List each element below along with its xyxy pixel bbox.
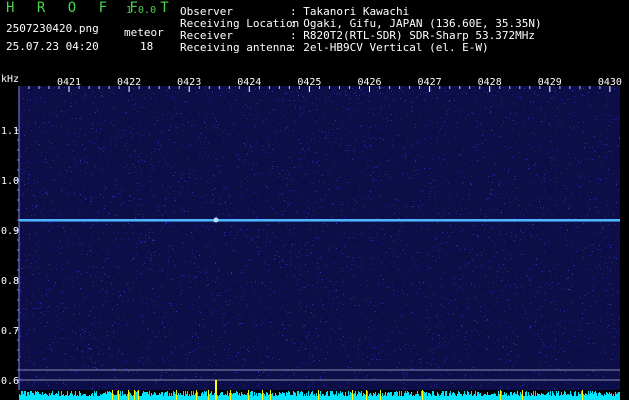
meteor-blip bbox=[213, 217, 219, 223]
freq-tick-label: 1.1 bbox=[1, 126, 19, 137]
freq-tick-label: 1.0 bbox=[1, 176, 19, 187]
meteor-mark bbox=[230, 390, 231, 400]
time-tick-label: 0422 bbox=[117, 77, 141, 88]
meteor-mark bbox=[366, 390, 367, 400]
meteor-mark bbox=[500, 390, 501, 400]
meteor-mark bbox=[208, 390, 209, 400]
meteor-mark bbox=[270, 390, 271, 400]
spectrogram-background bbox=[0, 72, 629, 400]
meteor-label: meteor bbox=[124, 26, 164, 39]
header-panel: H R O F F T 1.0.0 2507230420.png 25.07.2… bbox=[0, 0, 629, 72]
meteor-mark bbox=[352, 390, 353, 400]
antenna-value: : 2el-HB9CV Vertical (el. E-W) bbox=[290, 41, 489, 54]
time-tick-label: 0424 bbox=[237, 77, 261, 88]
freq-tick-label: 0.7 bbox=[1, 326, 19, 337]
meteor-mark bbox=[380, 390, 381, 400]
freq-tick-label: 0.6 bbox=[1, 376, 19, 387]
time-tick-label: 0426 bbox=[357, 77, 381, 88]
antenna-label: Receiving antenna bbox=[180, 41, 293, 54]
meteor-mark bbox=[262, 390, 263, 400]
meteor-mark bbox=[128, 390, 129, 400]
meteor-mark-strong bbox=[215, 380, 217, 400]
datetime: 25.07.23 04:20 bbox=[6, 40, 99, 53]
time-tick-label: 0429 bbox=[538, 77, 562, 88]
time-tick-label: 0423 bbox=[177, 77, 201, 88]
filename: 2507230420.png bbox=[6, 22, 99, 35]
meteor-mark bbox=[176, 390, 177, 400]
app-version: 1.0.0 bbox=[126, 5, 157, 16]
meteor-mark bbox=[118, 390, 119, 400]
freq-tick-label: 0.9 bbox=[1, 226, 19, 237]
carrier-line bbox=[19, 219, 620, 221]
freq-unit-label: kHz bbox=[1, 74, 19, 85]
spectrum-field bbox=[19, 86, 620, 390]
time-tick-label: 0430 bbox=[598, 77, 622, 88]
time-tick-label: 0427 bbox=[418, 77, 442, 88]
time-tick-label: 0425 bbox=[297, 77, 321, 88]
meteor-mark bbox=[138, 390, 139, 400]
meteor-mark bbox=[134, 390, 135, 400]
meteor-count: 18 bbox=[140, 40, 154, 53]
time-tick-label: 0421 bbox=[57, 77, 81, 88]
meteor-mark bbox=[422, 390, 423, 400]
meteor-mark bbox=[318, 390, 319, 400]
meteor-mark bbox=[196, 390, 197, 400]
spectrogram-plot: kHz 1.1 1.0 0.9 0.8 0.7 0.6 0421 0422 0423 0424 042… bbox=[0, 72, 629, 400]
meteor-mark bbox=[112, 390, 113, 400]
freq-tick-label: 0.8 bbox=[1, 276, 19, 287]
meteor-mark bbox=[522, 390, 523, 400]
meteor-mark bbox=[248, 390, 249, 400]
time-tick-label: 0428 bbox=[478, 77, 502, 88]
carrier-line-shadow bbox=[19, 221, 620, 222]
meteor-mark bbox=[582, 390, 583, 400]
